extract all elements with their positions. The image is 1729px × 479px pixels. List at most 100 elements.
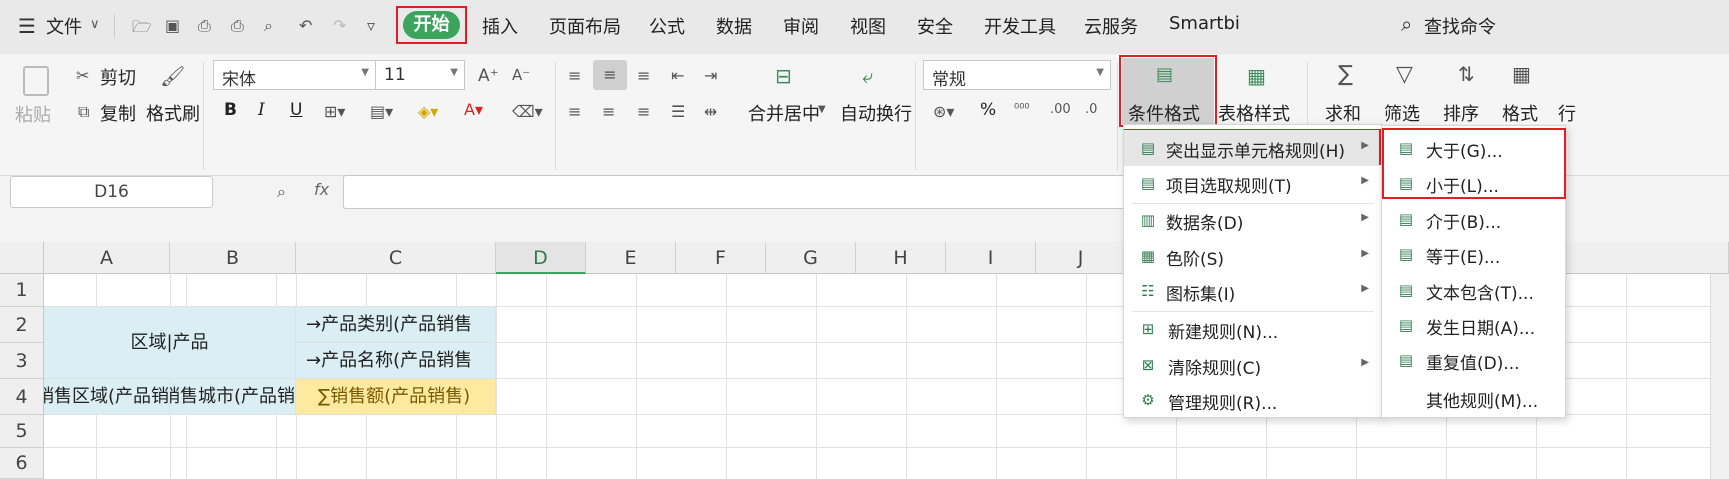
align-center-icon[interactable]: ≡ bbox=[602, 102, 615, 121]
menu-item-clear-rules[interactable]: ⊠ 清除规则(C) ▶ bbox=[1124, 347, 1379, 383]
menu-item-top-bottom[interactable]: ▤ 项目选取规则(T) ▶ bbox=[1124, 165, 1379, 201]
format-painter-icon[interactable]: 🖌 bbox=[160, 64, 185, 88]
chevron-down-icon[interactable]: ∨ bbox=[90, 17, 100, 32]
font-color-icon[interactable]: A▾ bbox=[464, 100, 483, 119]
cut-button[interactable]: 剪切 bbox=[100, 64, 136, 90]
fill-pattern-icon[interactable]: ▤▾ bbox=[370, 102, 393, 121]
decrease-decimal-icon[interactable]: .0 bbox=[1085, 102, 1097, 117]
number-format-select[interactable]: 常规 ▼ bbox=[923, 60, 1111, 90]
file-menu[interactable]: 文件 bbox=[46, 13, 82, 39]
copy-button[interactable]: 复制 bbox=[100, 100, 136, 126]
tab-data[interactable]: 数据 bbox=[716, 13, 752, 39]
wrap-text-button[interactable]: 自动换行 bbox=[840, 100, 912, 126]
tab-formulas[interactable]: 公式 bbox=[649, 13, 685, 39]
tab-security[interactable]: 安全 bbox=[917, 13, 953, 39]
print-icon[interactable]: ⎙ bbox=[231, 16, 244, 36]
undo-icon[interactable]: ↶ bbox=[299, 16, 312, 35]
chevron-down-icon[interactable]: ▼ bbox=[818, 104, 826, 115]
underline-button[interactable]: U bbox=[290, 100, 302, 120]
justify-icon[interactable]: ☰ bbox=[671, 102, 685, 121]
fill-color-icon[interactable]: ◈▾ bbox=[418, 102, 438, 121]
zoom-icon[interactable]: ⌕ bbox=[277, 182, 286, 202]
tab-smartbi[interactable]: Smartbi bbox=[1169, 13, 1240, 34]
filter-icon[interactable]: ▽ bbox=[1396, 62, 1413, 87]
merge-center-icon[interactable]: ⊟ bbox=[775, 64, 792, 88]
menu-item-equal-to[interactable]: ▤ 等于(E)... bbox=[1382, 236, 1564, 272]
menu-item-text-contains[interactable]: ▤ 文本包含(T)... bbox=[1382, 272, 1564, 308]
sum-icon[interactable]: ∑ bbox=[1338, 62, 1353, 87]
merge-center-button[interactable]: 合并居中 bbox=[748, 100, 820, 126]
column-header-g[interactable]: G bbox=[766, 242, 856, 274]
search-command[interactable]: 查找命令 bbox=[1424, 13, 1496, 39]
scissors-icon[interactable]: ✂ bbox=[76, 66, 89, 85]
align-bottom-icon[interactable]: ≡ bbox=[637, 66, 650, 85]
row-header-2[interactable]: 2 bbox=[0, 307, 44, 343]
decrease-font-icon[interactable]: A⁻ bbox=[512, 66, 530, 84]
menu-item-less-than[interactable]: ▤ 小于(L)... bbox=[1382, 165, 1564, 201]
font-name-select[interactable]: 宋体 ▼ bbox=[213, 60, 376, 90]
sum-button[interactable]: 求和 bbox=[1325, 100, 1361, 126]
row-header-4[interactable]: 4 bbox=[0, 379, 44, 415]
column-header-f[interactable]: F bbox=[676, 242, 766, 274]
percent-button[interactable]: % bbox=[980, 100, 996, 120]
tab-view[interactable]: 视图 bbox=[850, 13, 886, 39]
indent-decrease-icon[interactable]: ⇤ bbox=[671, 66, 684, 85]
tab-cloud[interactable]: 云服务 bbox=[1084, 13, 1138, 39]
menu-item-new-rule[interactable]: ⊞ 新建规则(N)... bbox=[1124, 311, 1379, 347]
indent-increase-icon[interactable]: ⇥ bbox=[704, 66, 717, 85]
row-header-6[interactable]: 6 bbox=[0, 448, 44, 479]
tab-developer[interactable]: 开发工具 bbox=[984, 13, 1056, 39]
column-header-j[interactable]: J bbox=[1036, 242, 1126, 274]
increase-decimal-icon[interactable]: .00 bbox=[1050, 102, 1071, 117]
menu-item-between[interactable]: ▤ 介于(B)... bbox=[1382, 201, 1564, 237]
font-size-select[interactable]: 11 ▼ bbox=[375, 60, 465, 90]
formula-input[interactable] bbox=[343, 175, 1143, 209]
column-header-i[interactable]: I bbox=[946, 242, 1036, 274]
menu-item-greater-than[interactable]: ▤ 大于(G)... bbox=[1382, 130, 1564, 166]
format-button[interactable]: 格式 bbox=[1502, 100, 1538, 126]
name-box[interactable]: D16 bbox=[10, 176, 213, 208]
menu-item-icon-sets[interactable]: ☷ 图标集(I) ▶ bbox=[1124, 273, 1379, 309]
menu-item-duplicate-values[interactable]: ▤ 重复值(D)... bbox=[1382, 342, 1564, 378]
format-icon[interactable]: ▦ bbox=[1512, 62, 1531, 86]
fx-button[interactable]: fx bbox=[314, 180, 329, 199]
row-col-button[interactable]: 行 bbox=[1558, 100, 1576, 126]
thousands-icon[interactable]: ⁰⁰⁰ bbox=[1014, 102, 1030, 117]
table-style-button[interactable]: 表格样式 bbox=[1218, 100, 1290, 126]
column-header-b[interactable]: B bbox=[170, 242, 296, 274]
currency-icon[interactable]: ⊛▾ bbox=[933, 102, 954, 121]
format-painter-button[interactable]: 格式刷 bbox=[146, 100, 200, 126]
tab-page-layout[interactable]: 页面布局 bbox=[549, 13, 621, 39]
cell-c2[interactable]: →产品类别(产品销售 bbox=[296, 307, 496, 343]
column-header-d[interactable]: D bbox=[496, 242, 586, 274]
align-left-icon[interactable]: ≡ bbox=[568, 102, 581, 121]
tab-review[interactable]: 审阅 bbox=[783, 13, 819, 39]
column-header-a[interactable]: A bbox=[44, 242, 170, 274]
cell-a2-b3-merged[interactable]: 区域|产品 bbox=[44, 307, 296, 379]
menu-item-manage-rules[interactable]: ⚙ 管理规则(R)... bbox=[1124, 382, 1379, 418]
distribute-icon[interactable]: ⇹ bbox=[704, 102, 717, 121]
row-header-1[interactable]: 1 bbox=[0, 274, 44, 307]
print-preview-icon[interactable]: ⌕ bbox=[264, 16, 273, 36]
customize-icon[interactable]: ▿ bbox=[367, 16, 375, 35]
column-header-e[interactable]: E bbox=[586, 242, 676, 274]
hamburger-icon[interactable]: ☰ bbox=[18, 14, 36, 38]
table-style-icon[interactable]: ▦ bbox=[1247, 64, 1266, 88]
tab-insert[interactable]: 插入 bbox=[482, 13, 518, 39]
redo-icon[interactable]: ↷ bbox=[333, 16, 346, 35]
increase-font-icon[interactable]: A⁺ bbox=[478, 66, 499, 86]
wrap-text-icon[interactable]: ⤶ bbox=[862, 64, 873, 88]
sort-button[interactable]: 排序 bbox=[1443, 100, 1479, 126]
menu-item-color-scales[interactable]: ▦ 色阶(S) ▶ bbox=[1124, 238, 1379, 274]
eraser-icon[interactable]: ⌫▾ bbox=[512, 102, 543, 121]
menu-item-highlight-rules[interactable]: ▤ 突出显示单元格规则(H) ▶ bbox=[1124, 130, 1379, 166]
paste-button[interactable]: 粘贴 bbox=[15, 101, 51, 127]
column-header-c[interactable]: C bbox=[296, 242, 496, 274]
filter-button[interactable]: 筛选 bbox=[1384, 100, 1420, 126]
save-icon[interactable]: ▣ bbox=[165, 16, 180, 35]
menu-item-date-occurring[interactable]: ▤ 发生日期(A)... bbox=[1382, 307, 1564, 343]
align-right-icon[interactable]: ≡ bbox=[637, 102, 650, 121]
vertical-scrollbar[interactable] bbox=[1710, 274, 1729, 479]
cell-c4[interactable]: ∑销售额(产品销售) bbox=[296, 379, 496, 415]
border-icon[interactable]: ⊞▾ bbox=[324, 102, 345, 121]
